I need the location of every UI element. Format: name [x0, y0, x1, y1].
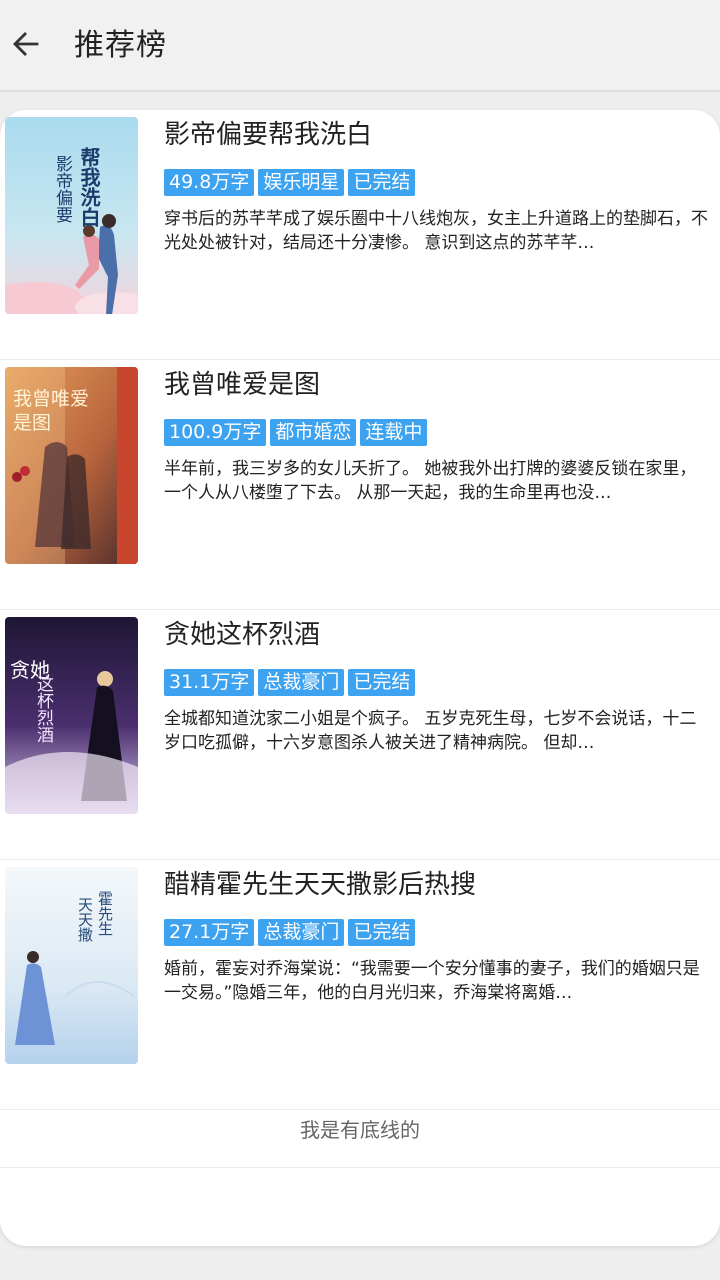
cover-title: 天天撒	[76, 897, 94, 942]
book-title: 贪她这杯烈酒	[164, 620, 321, 650]
cover-title: 影帝偏要	[52, 155, 73, 224]
cover-title: 霍先生	[96, 891, 114, 936]
cover-title: 帮我洗白	[77, 146, 101, 227]
ranking-list: 帮我洗白 影帝偏要 影帝偏要帮我洗白 49.8万字 娱乐明星 已完结 穿书后的苏…	[0, 110, 720, 1246]
book-item[interactable]: 贪她 这杯烈酒 贪她这杯烈酒 31.1万字 总裁豪门 已完结 全城都知道沈家二小…	[0, 610, 720, 860]
genre-tag: 娱乐明星	[258, 169, 345, 196]
app-bar: 推荐榜	[0, 0, 720, 92]
status-tag: 连载中	[360, 419, 428, 446]
book-cover: 我曾唯爱 是图	[5, 367, 138, 564]
genre-tag: 总裁豪门	[258, 669, 345, 696]
status-tag: 已完结	[348, 919, 416, 946]
back-button[interactable]	[4, 22, 48, 70]
book-description: 半年前，我三岁多的女儿夭折了。 她被我外出打牌的婆婆反锁在家里，一个人从八楼堕了…	[164, 459, 697, 503]
end-of-list-note: 我是有底线的	[0, 1090, 720, 1168]
word-count-tag: 27.1万字	[164, 919, 255, 946]
arrow-left-icon	[12, 30, 40, 62]
book-description: 穿书后的苏芊芊成了娱乐圈中十八线炮灰，女主上升道路上的垫脚石，不光处处被针对，结…	[164, 209, 708, 253]
book-description: 婚前，霍妄对乔海棠说：“我需要一个安分懂事的妻子，我们的婚姻只是一交易。”隐婚三…	[164, 959, 700, 1003]
cover-title: 我曾唯爱	[13, 388, 89, 410]
tag-row: 27.1万字 总裁豪门 已完结	[164, 919, 416, 946]
status-tag: 已完结	[348, 169, 416, 196]
genre-tag: 总裁豪门	[258, 919, 345, 946]
book-cover: 霍先生 天天撒	[5, 867, 138, 1064]
book-item[interactable]: 霍先生 天天撒 醋精霍先生天天撒影后热搜 27.1万字 总裁豪门 已完结 婚前，…	[0, 860, 720, 1110]
book-cover: 贪她 这杯烈酒	[5, 617, 138, 814]
page-title: 推荐榜	[74, 28, 167, 63]
tag-row: 31.1万字 总裁豪门 已完结	[164, 669, 416, 696]
book-title: 醋精霍先生天天撒影后热搜	[164, 870, 477, 900]
word-count-tag: 100.9万字	[164, 419, 267, 446]
word-count-tag: 49.8万字	[164, 169, 255, 196]
tag-row: 100.9万字 都市婚恋 连载中	[164, 419, 428, 446]
cover-title: 是图	[13, 412, 51, 434]
cover-title: 这杯烈酒	[33, 675, 54, 743]
book-title: 影帝偏要帮我洗白	[164, 120, 373, 150]
book-title: 我曾唯爱是图	[164, 370, 321, 400]
status-tag: 已完结	[348, 669, 416, 696]
book-item[interactable]: 我曾唯爱 是图 我曾唯爱是图 100.9万字 都市婚恋 连载中 半年前，我三岁多…	[0, 360, 720, 610]
book-description: 全城都知道沈家二小姐是个疯子。 五岁克死生母，七岁不会说话，十二岁口吃孤僻，十六…	[164, 709, 697, 753]
word-count-tag: 31.1万字	[164, 669, 255, 696]
genre-tag: 都市婚恋	[270, 419, 357, 446]
book-cover: 帮我洗白 影帝偏要	[5, 117, 138, 314]
book-item[interactable]: 帮我洗白 影帝偏要 影帝偏要帮我洗白 49.8万字 娱乐明星 已完结 穿书后的苏…	[0, 110, 720, 360]
tag-row: 49.8万字 娱乐明星 已完结	[164, 169, 416, 196]
